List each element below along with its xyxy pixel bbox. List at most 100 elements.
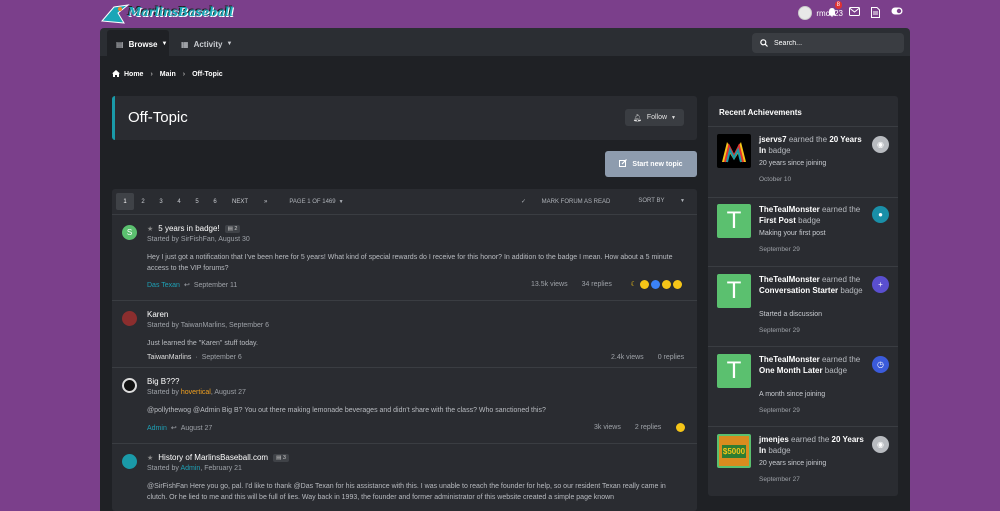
start-new-topic-button[interactable]: Start new topic [605, 151, 697, 177]
page-jump[interactable]: PAGE 1 OF 1469 ▼ [289, 199, 343, 205]
pages-badge: ▤ 3 [273, 453, 289, 462]
achievement-user[interactable]: jmenjes [759, 435, 789, 444]
last-post-info: Das Texan ↩ September 11 [147, 281, 238, 290]
badge-suffix: badge [824, 366, 848, 375]
last-post-info: TaiwanMarlins · September 6 [147, 354, 242, 361]
page-2[interactable]: 2 [134, 193, 152, 210]
activity-icon: ▦ [181, 39, 189, 49]
thumbs-up-icon [651, 280, 660, 289]
replies-count: 34 replies [581, 281, 612, 288]
achievement-user[interactable]: TheTealMonster [759, 205, 820, 214]
badge-suffix: badge [840, 286, 863, 295]
last-page-link[interactable]: » [256, 199, 275, 205]
chat-bubble-icon: ● [872, 206, 889, 223]
achievement-badge-name: One Month Later [759, 366, 823, 375]
mark-forum-read-button[interactable]: ✓ MARK FORUM AS READ [521, 198, 610, 205]
chevron-down-icon: ▼ [680, 198, 685, 204]
topic-starter[interactable]: hovertical [181, 389, 211, 396]
achievement-user[interactable]: TheTealMonster [759, 355, 820, 364]
achievement-user[interactable]: jservs7 [759, 135, 787, 144]
document-icon[interactable] [869, 7, 881, 19]
user-avatar [798, 6, 813, 20]
topic-title[interactable]: 5 years in badge! [158, 224, 219, 233]
replies-count: 0 replies [657, 354, 685, 361]
last-poster[interactable]: TaiwanMarlins [147, 354, 191, 361]
achievement-text: jservs7 earned the 20 Years In badge [759, 134, 869, 156]
envelope-icon[interactable] [848, 7, 860, 19]
topic-row[interactable]: Big B??? Started by hovertical, August 2… [112, 368, 697, 444]
plus-circle-icon: + [872, 276, 889, 293]
avatar[interactable]: T [717, 274, 751, 308]
toggle-theme-icon[interactable] [891, 7, 903, 19]
divider [708, 346, 898, 347]
badge-icon: ◉ [872, 136, 889, 153]
topic-date: February 21 [204, 465, 242, 472]
topic-row[interactable]: ★ History of MarlinsBaseball.com ▤ 3 Sta… [112, 444, 697, 511]
emoji-icon [673, 280, 682, 289]
emoji-icon [662, 280, 671, 289]
next-page-link[interactable]: NEXT [224, 199, 256, 205]
topic-date: August 30 [218, 236, 250, 243]
breadcrumb: Home › Main › Off-Topic [112, 70, 223, 79]
page-3[interactable]: 3 [152, 193, 170, 210]
last-poster[interactable]: Admin [147, 425, 167, 432]
alerts-count-badge: 8 [834, 1, 842, 9]
topic-row[interactable]: S ★ 5 years in badge! ▤ 2 Started by Sir… [112, 215, 697, 301]
topic-title[interactable]: History of MarlinsBaseball.com [158, 453, 268, 462]
chevron-right-icon: › [182, 71, 186, 78]
breadcrumb-main[interactable]: Main [160, 71, 176, 78]
earned-text: earned the [788, 135, 828, 144]
topic-excerpt: Just learned the "Karen" stuff today. [147, 340, 258, 347]
topic-starter[interactable]: Admin [180, 465, 200, 472]
page-1[interactable]: 1 [116, 193, 134, 210]
achievement-date: September 29 [759, 327, 800, 334]
badge-icon: ◉ [872, 436, 889, 453]
topic-title[interactable]: Big B??? [147, 377, 179, 386]
tab-activity[interactable]: ▦ Activity ▼ [172, 30, 241, 58]
tab-browse[interactable]: ▤ Browse ▼ [107, 30, 169, 58]
sort-label: SORT BY [638, 198, 665, 204]
views-count: 2.4k views [611, 354, 644, 361]
follow-label: Follow [646, 114, 668, 121]
avatar[interactable]: T [717, 204, 751, 238]
search-box[interactable] [752, 33, 904, 53]
achievement-text: TheTealMonster earned the One Month Late… [759, 354, 869, 376]
achievement-desc: 20 years since joining [759, 460, 827, 467]
achievement-date: September 29 [759, 246, 800, 253]
achievement-user[interactable]: TheTealMonster [759, 275, 820, 284]
avatar[interactable] [717, 134, 751, 168]
avatar[interactable]: T [717, 354, 751, 388]
sort-by-button[interactable]: SORT BY ▼ [624, 198, 685, 205]
reactions [674, 423, 685, 432]
separator: · [195, 354, 198, 361]
avatar[interactable]: $5000 [717, 434, 751, 468]
follow-button[interactable]: 🔔︎ Follow ▼ [624, 109, 684, 126]
topic-meta: Started by SirFishFan, August 30 [147, 236, 250, 243]
achievement-item: T TheTealMonster earned the One Month La… [717, 354, 889, 422]
avatar [122, 378, 137, 393]
site-logo[interactable]: MarlinsBaseball [100, 1, 233, 27]
page-4[interactable]: 4 [170, 193, 188, 210]
earned-text: earned the [821, 205, 861, 214]
breadcrumb-home[interactable]: Home [124, 71, 143, 78]
topic-row[interactable]: Karen Started by TaiwanMarlins, Septembe… [112, 301, 697, 368]
achievement-desc: A month since joining [759, 391, 826, 398]
page-5[interactable]: 5 [188, 193, 206, 210]
divider [708, 426, 898, 427]
earned-text: earned the [791, 435, 830, 444]
bell-icon[interactable]: 8 [826, 1, 842, 19]
last-poster[interactable]: Das Texan [147, 282, 180, 289]
search-input[interactable] [774, 39, 894, 47]
page-title: Off-Topic [128, 109, 188, 126]
avatar: S [122, 225, 137, 240]
topic-excerpt: @SirFishFan Here you go, pal. I'd like t… [147, 483, 666, 501]
topic-title[interactable]: Karen [147, 310, 168, 319]
topic-starter[interactable]: TaiwanMarlins [181, 322, 225, 329]
page-label: PAGE 1 OF 1469 [289, 198, 336, 205]
achievement-badge-name: Conversation Starter [759, 286, 839, 295]
mark-read-label: MARK FORUM AS READ [541, 199, 611, 205]
last-post-date: September 11 [193, 281, 238, 289]
page-6[interactable]: 6 [206, 193, 224, 210]
topic-starter[interactable]: SirFishFan [181, 236, 215, 243]
logo-text: MarlinsBaseball [128, 5, 234, 19]
